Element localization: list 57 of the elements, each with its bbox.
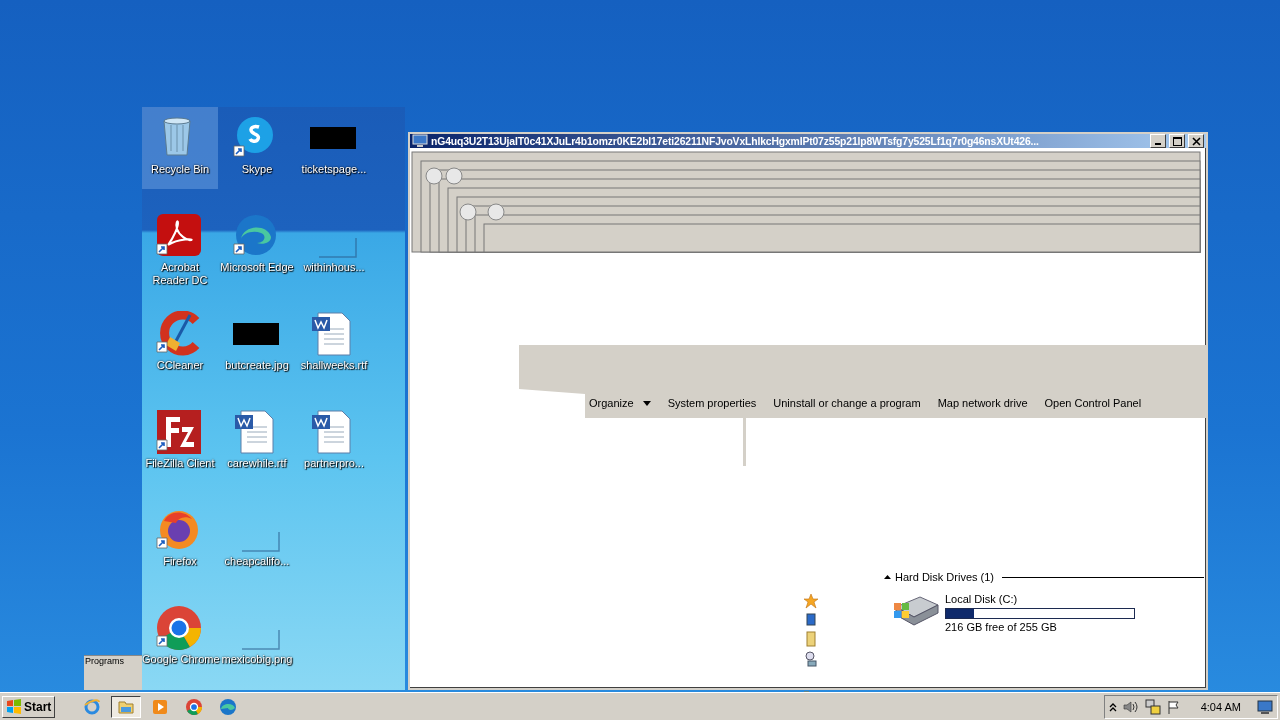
desktop-icon[interactable]: FileZilla Client <box>142 401 218 483</box>
desktop-icon[interactable]: CCleaner <box>142 303 218 385</box>
toolbar-button[interactable]: Map network drive <box>937 395 1028 411</box>
desktop-icon[interactable]: carewhile.rtf <box>219 401 295 483</box>
desktop-icon[interactable]: Recycle Bin <box>142 107 218 189</box>
app-icon <box>156 409 204 455</box>
desktop-icon[interactable]: shallweeks.rtf <box>296 303 372 385</box>
file-outline-icon <box>241 629 280 650</box>
network-icon[interactable] <box>1144 698 1161 715</box>
file-outline-icon <box>318 237 357 258</box>
start-button[interactable]: Start <box>2 695 56 718</box>
maximize-icon <box>1172 136 1182 146</box>
desktop-icon[interactable]: Acrobat Reader DC <box>142 205 218 287</box>
maximize-button[interactable] <box>1169 134 1185 148</box>
globe-icon <box>83 697 102 716</box>
toolbar-button[interactable]: System properties <box>667 395 757 411</box>
folder-icon <box>806 631 816 647</box>
star-icon <box>803 593 819 609</box>
browser-icon <box>219 697 238 716</box>
toolbar-button[interactable]: Open Control Panel <box>1044 395 1142 411</box>
desktop-icon[interactable]: Firefox <box>142 499 218 581</box>
windows-logo-icon <box>6 699 22 714</box>
desktop-icon[interactable]: cheapcalifo... <box>219 499 295 581</box>
speaker-icon[interactable] <box>1122 699 1139 714</box>
show-desktop-icon[interactable] <box>1257 699 1273 714</box>
desktop-icon[interactable]: partnerpro... <box>296 401 372 483</box>
dropdown-caret-icon <box>642 400 651 406</box>
window-title: nG4uq3U2T13UjaIT0c41XJuLr4b1omzr0KE2bI17eti26211NFJvoVxLhIkcHgxmIPt07z55p21lp8WTsfg7y525Lf1q7r0g46nsXUt426... <box>431 135 1040 147</box>
organize-menu[interactable]: Organize <box>589 395 651 411</box>
desktop-icon[interactable]: mexicobig.png <box>219 597 295 679</box>
file-outline-icon <box>241 531 280 552</box>
network-icon <box>805 651 817 667</box>
flag-icon[interactable] <box>1166 699 1181 714</box>
drive-name[interactable]: Local Disk (C:) <box>945 593 1135 606</box>
section-header: Hard Disk Drives (1) <box>895 571 994 583</box>
collapse-caret-icon[interactable] <box>884 574 891 580</box>
menu-fragment: Programs <box>84 656 125 666</box>
close-button[interactable] <box>1188 134 1204 148</box>
desktop-icon[interactable]: Skype <box>219 107 295 189</box>
desktop-icon[interactable]: Microsoft Edge <box>219 205 295 287</box>
desktop-icon[interactable]: Google Chrome <box>142 597 218 679</box>
clock[interactable]: 4:04 AM <box>1200 700 1241 713</box>
pdf-icon <box>156 213 204 259</box>
hard-drive-icon <box>892 593 940 627</box>
toolbar-button[interactable]: Uninstall or change a program <box>773 395 921 411</box>
computer-icon <box>806 613 816 627</box>
desktop-icon[interactable]: butcreate.jpg <box>219 303 295 385</box>
close-icon <box>1191 136 1201 146</box>
taskbar-button[interactable] <box>111 695 142 718</box>
desktop-icon[interactable]: withinhous... <box>296 205 372 287</box>
free-space-text: 216 GB free of 255 GB <box>945 621 1058 634</box>
browser-icon <box>156 605 204 651</box>
play-icon <box>151 697 170 716</box>
browser-icon <box>185 697 204 716</box>
chevron-up-icon[interactable] <box>1108 701 1117 712</box>
desktop-icon[interactable]: ticketspage... <box>296 107 372 189</box>
minimize-button[interactable] <box>1150 134 1166 148</box>
